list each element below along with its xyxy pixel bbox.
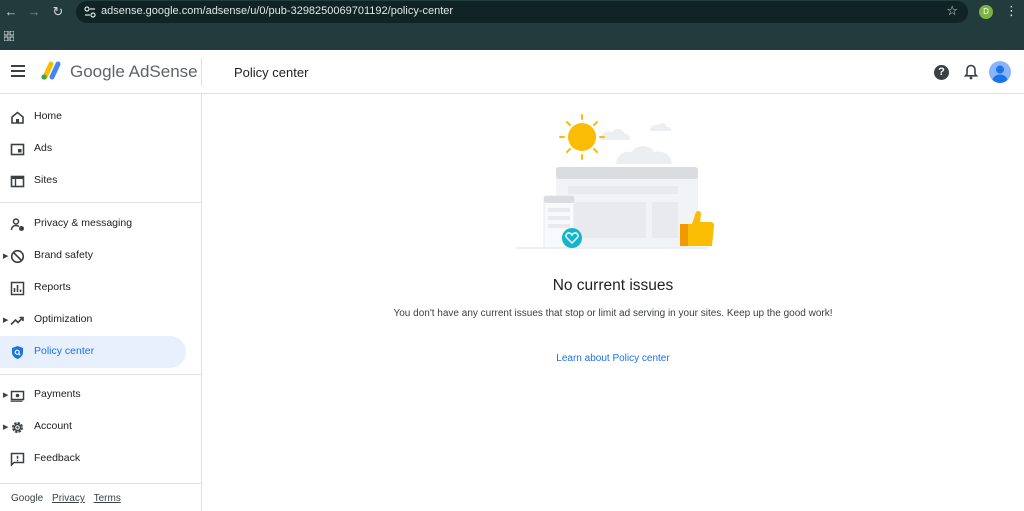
sidebar: Home Ads Sites Privacy & messaging ▶ Bra… bbox=[0, 94, 202, 511]
trending-icon bbox=[10, 316, 24, 326]
sidebar-item-payments[interactable]: ▶ Payments bbox=[0, 379, 186, 411]
sidebar-item-label: Payments bbox=[34, 388, 81, 400]
browser-profile-avatar[interactable]: D bbox=[979, 5, 993, 19]
shield-icon bbox=[12, 346, 23, 359]
site-info-icon[interactable] bbox=[84, 6, 96, 18]
apps-grid-icon[interactable] bbox=[4, 31, 14, 41]
sidebar-divider bbox=[0, 202, 201, 203]
sidebar-item-brand-safety[interactable]: ▶ Brand safety bbox=[0, 240, 186, 272]
sidebar-item-ads[interactable]: Ads bbox=[0, 133, 186, 165]
sidebar-item-label: Policy center bbox=[34, 345, 95, 357]
no-issues-illustration bbox=[516, 114, 714, 249]
learn-policy-center-link[interactable]: Learn about Policy center bbox=[513, 353, 713, 364]
expand-caret-icon: ▶ bbox=[3, 424, 9, 431]
feedback-icon bbox=[10, 452, 25, 467]
sidebar-divider bbox=[0, 374, 201, 375]
empty-state-title: No current issues bbox=[552, 277, 674, 294]
bookmark-star-icon[interactable]: ☆ bbox=[946, 3, 958, 19]
footer-google: Google bbox=[11, 493, 44, 504]
back-icon[interactable]: ← bbox=[2, 3, 20, 21]
block-icon bbox=[10, 249, 25, 264]
sidebar-item-label: Optimization bbox=[34, 313, 93, 325]
address-bar[interactable]: adsense.google.com/adsense/u/0/pub-32982… bbox=[76, 1, 968, 23]
sidebar-item-label: Sites bbox=[34, 174, 58, 186]
footer-terms-link[interactable]: Terms bbox=[94, 493, 121, 504]
expand-caret-icon: ▶ bbox=[3, 392, 9, 399]
header-divider bbox=[201, 58, 202, 86]
sidebar-item-feedback[interactable]: Feedback bbox=[0, 443, 186, 475]
ads-icon bbox=[10, 143, 25, 156]
sidebar-item-label: Home bbox=[34, 110, 63, 122]
sidebar-item-account[interactable]: ▶ Account bbox=[0, 411, 186, 443]
sidebar-item-label: Reports bbox=[34, 281, 71, 293]
payments-icon bbox=[10, 390, 25, 402]
account-avatar[interactable] bbox=[989, 61, 1011, 83]
browser-menu-icon[interactable]: ⋮ bbox=[1005, 3, 1018, 19]
browser-toolbar: ← → ↻ adsense.google.com/adsense/u/0/pub… bbox=[0, 0, 1024, 24]
page-title: Policy center bbox=[234, 65, 309, 80]
avatar-person-icon bbox=[992, 65, 1008, 83]
sidebar-item-reports[interactable]: Reports bbox=[0, 272, 186, 304]
sidebar-item-home[interactable]: Home bbox=[0, 101, 186, 133]
forward-icon[interactable]: → bbox=[25, 3, 43, 21]
app-header: Google AdSense Policy center ? bbox=[0, 50, 1024, 94]
help-icon[interactable]: ? bbox=[934, 65, 949, 80]
sidebar-item-label: Brand safety bbox=[34, 249, 93, 261]
sidebar-item-label: Account bbox=[34, 420, 72, 432]
notifications-bell-icon[interactable] bbox=[964, 64, 978, 80]
adsense-logo-icon bbox=[41, 61, 61, 80]
home-icon bbox=[11, 111, 24, 124]
sun-icon bbox=[559, 114, 605, 160]
empty-state-description: You don't have any current issues that s… bbox=[393, 308, 833, 319]
sites-icon bbox=[10, 175, 25, 188]
sidebar-item-optimization[interactable]: ▶ Optimization bbox=[0, 304, 186, 336]
brand-name: Google AdSense bbox=[70, 62, 198, 81]
privacy-icon bbox=[10, 218, 24, 231]
url-text: adsense.google.com/adsense/u/0/pub-32982… bbox=[101, 5, 454, 17]
expand-caret-icon: ▶ bbox=[3, 253, 9, 260]
heart-badge-icon bbox=[562, 228, 582, 248]
footer-privacy-link[interactable]: Privacy bbox=[52, 493, 85, 504]
main-menu-icon[interactable] bbox=[11, 65, 25, 77]
reload-icon[interactable]: ↻ bbox=[49, 3, 67, 21]
sidebar-item-sites[interactable]: Sites bbox=[0, 165, 186, 197]
sidebar-item-label: Privacy & messaging bbox=[34, 217, 133, 229]
bookmarks-bar bbox=[0, 24, 1024, 50]
expand-caret-icon: ▶ bbox=[3, 317, 9, 324]
sidebar-footer: Google Privacy Terms bbox=[11, 493, 121, 504]
sidebar-divider bbox=[0, 483, 201, 484]
sidebar-item-policy-center[interactable]: Policy center bbox=[0, 336, 186, 368]
sidebar-item-privacy-messaging[interactable]: Privacy & messaging bbox=[0, 208, 186, 240]
gear-icon bbox=[12, 422, 23, 433]
reports-icon bbox=[10, 281, 25, 296]
sidebar-item-label: Feedback bbox=[34, 452, 81, 464]
sidebar-item-label: Ads bbox=[34, 142, 53, 154]
